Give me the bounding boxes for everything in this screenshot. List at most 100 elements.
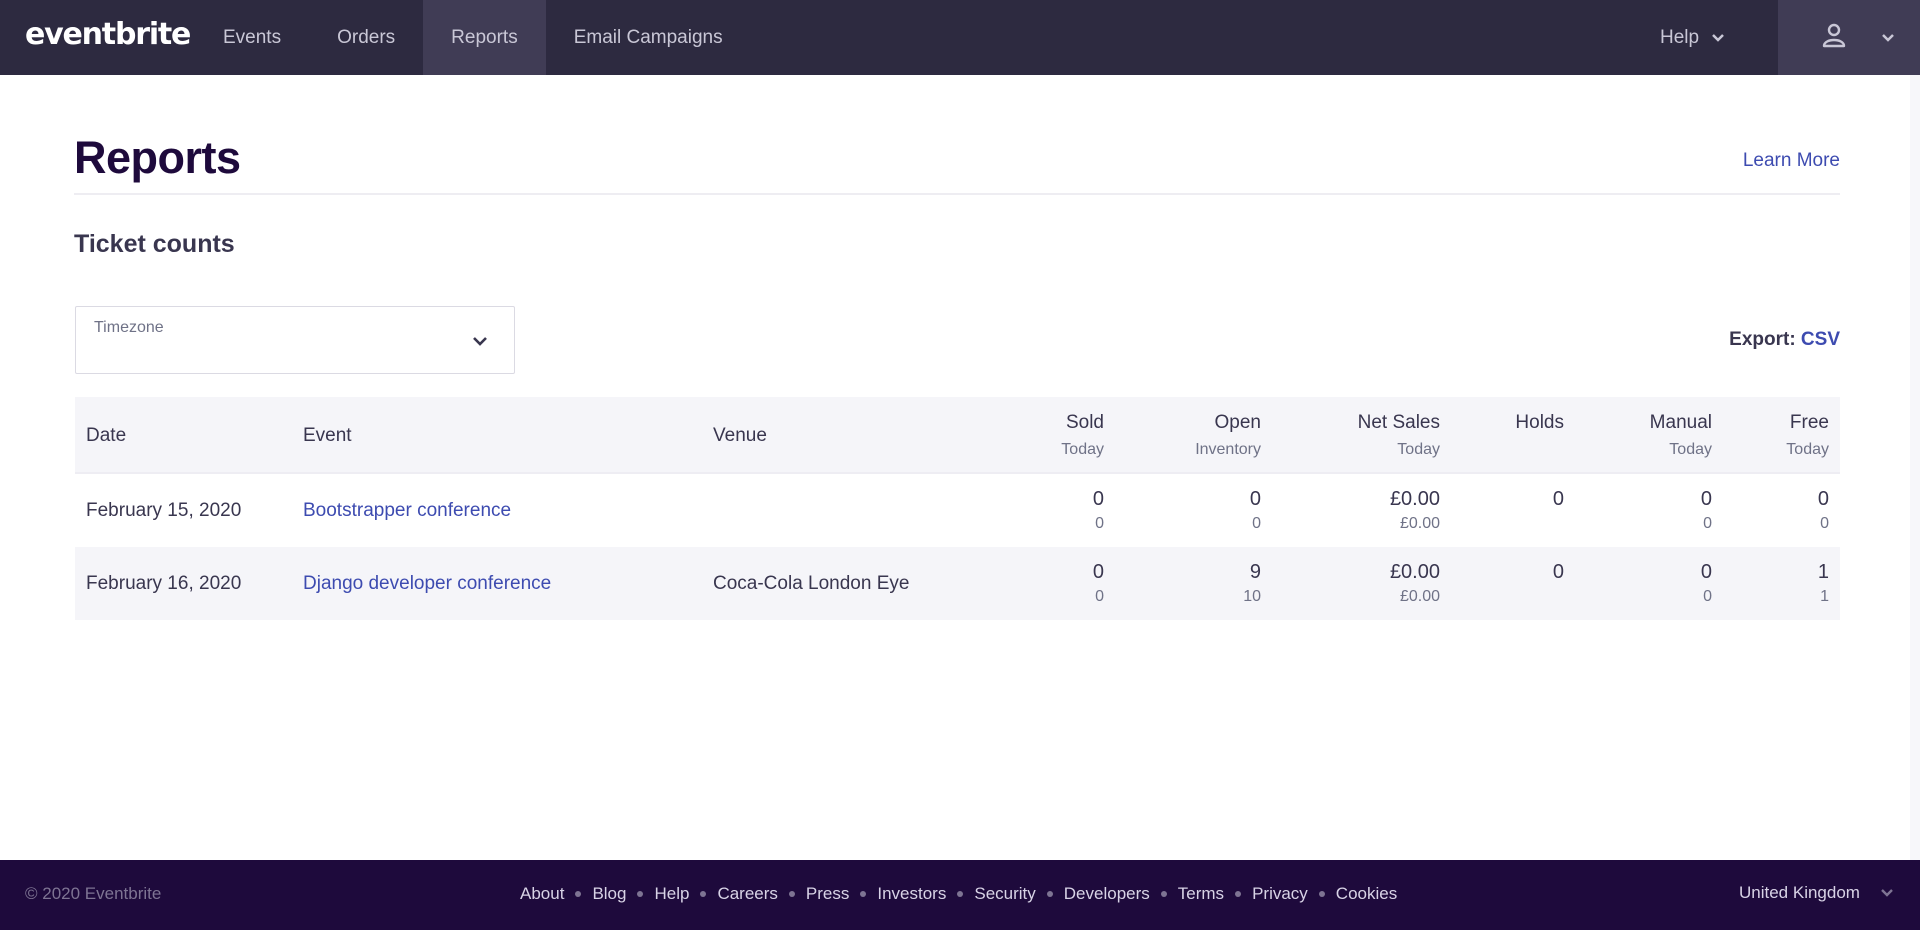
cell-subvalue: 1 [1820,588,1829,605]
nav-email-campaigns[interactable]: Email Campaigns [546,0,751,75]
footer-link-privacy[interactable]: Privacy [1252,884,1308,904]
cell-subvalue: 0 [1703,515,1712,532]
cell-subvalue: 10 [1243,588,1261,605]
cell-net-sales: £0.00 £0.00 [1390,488,1440,533]
chevron-down-icon [1711,27,1725,49]
cell-sold: 0 0 [1093,488,1104,533]
timezone-label: Timezone [94,319,164,336]
nav-orders[interactable]: Orders [309,0,423,75]
col-header-free[interactable]: Free Today [1786,412,1829,459]
chevron-down-icon [472,334,488,352]
export-label: Export: [1729,329,1796,350]
separator-dot [1160,891,1167,897]
cell-open: 9 10 [1243,561,1261,606]
footer: © 2020 Eventbrite About Blog Help Career… [0,860,1920,930]
footer-link-terms[interactable]: Terms [1178,884,1224,904]
separator-dot [1318,891,1325,897]
eventbrite-logo[interactable]: eventbrite [25,17,191,52]
cell-manual: 0 0 [1701,561,1712,606]
page-title: Reports [74,132,241,183]
cell-holds: 0 [1553,561,1564,584]
footer-link-about[interactable]: About [520,884,564,904]
cell-value: 0 [1092,488,1104,510]
cell-free: 1 1 [1818,561,1829,606]
timezone-select[interactable]: Timezone [75,306,515,374]
cell-value: 0 [1249,488,1261,510]
table-header-row: Date Event Venue Sold Today Open Invento… [75,397,1840,474]
cell-net-sales: £0.00 £0.00 [1390,561,1440,606]
cell-value: 0 [1700,488,1712,510]
cell-holds: 0 [1553,488,1564,511]
user-icon [1822,23,1846,54]
learn-more-link[interactable]: Learn More [1743,150,1840,172]
col-header-date[interactable]: Date [86,425,126,447]
footer-link-security[interactable]: Security [974,884,1035,904]
table-row: February 15, 2020 Bootstrapper conferenc… [75,474,1840,547]
chevron-down-icon [1880,883,1894,903]
col-header-label: Net Sales [1357,412,1440,433]
cell-value: £0.00 [1389,561,1440,583]
user-menu[interactable] [1778,0,1920,75]
col-header-sold[interactable]: Sold Today [1061,412,1104,459]
cell-value: 1 [1817,561,1829,583]
nav-reports[interactable]: Reports [423,0,546,75]
footer-link-cookies[interactable]: Cookies [1336,884,1397,904]
event-link[interactable]: Django developer conference [303,573,551,595]
col-header-holds[interactable]: Holds [1515,412,1564,434]
col-header-net-sales[interactable]: Net Sales Today [1358,412,1440,459]
footer-link-developers[interactable]: Developers [1064,884,1150,904]
col-header-sub: Today [1786,441,1829,458]
table-row: February 16, 2020 Django developer confe… [75,547,1840,620]
scrollbar-track[interactable] [1910,75,1920,860]
separator-dot [1046,891,1053,897]
col-header-label: Free [1789,412,1829,433]
cell-subvalue: £0.00 [1399,588,1440,605]
top-navigation-bar: eventbrite Events Orders Reports Email C… [0,0,1920,75]
event-link[interactable]: Bootstrapper conference [303,500,511,522]
cell-date: February 16, 2020 [86,573,242,594]
separator-dot [700,891,707,897]
footer-link-investors[interactable]: Investors [877,884,946,904]
country-selector[interactable]: United Kingdom [1739,883,1894,903]
col-header-event[interactable]: Event [303,425,352,447]
nav-events-label: Events [223,26,282,48]
main-nav: Events Orders Reports Email Campaigns [195,0,751,75]
help-label: Help [1660,26,1700,48]
footer-link-blog[interactable]: Blog [592,884,626,904]
separator-dot [957,891,964,897]
cell-value: 0 [1092,561,1104,583]
cell-free: 0 0 [1818,488,1829,533]
cell-subvalue: 0 [1252,515,1261,532]
col-header-label: Open [1214,412,1261,433]
country-label: United Kingdom [1739,883,1860,902]
nav-reports-label: Reports [451,26,518,48]
col-header-open[interactable]: Open Inventory [1195,412,1261,459]
separator-dot [860,891,867,897]
cell-venue: Coca-Cola London Eye [713,573,910,594]
chevron-down-icon [1881,30,1895,48]
col-header-venue[interactable]: Venue [713,425,767,447]
cell-subvalue: 0 [1095,588,1104,605]
col-header-label: Sold [1065,412,1104,433]
help-menu[interactable]: Help [1660,0,1725,75]
cell-value: £0.00 [1389,488,1440,510]
col-header-manual[interactable]: Manual Today [1650,412,1712,459]
footer-links: About Blog Help Careers Press Investors … [520,884,1397,904]
col-header-label: Holds [1515,412,1564,433]
footer-link-help[interactable]: Help [654,884,689,904]
nav-events[interactable]: Events [195,0,309,75]
cell-value: 0 [1700,561,1712,583]
footer-link-press[interactable]: Press [806,884,849,904]
export-csv-link[interactable]: CSV [1801,329,1840,350]
separator-dot [575,891,582,897]
col-header-sub: Today [1061,441,1104,458]
col-header-sub: Today [1397,441,1440,458]
copyright: © 2020 Eventbrite [25,884,162,903]
cell-subvalue: 0 [1095,515,1104,532]
header-divider [74,193,1840,195]
footer-link-careers[interactable]: Careers [717,884,777,904]
cell-subvalue: £0.00 [1399,515,1440,532]
cell-date: February 15, 2020 [86,500,242,521]
section-title: Ticket counts [74,230,235,258]
export-control: Export: CSV [1729,329,1840,351]
